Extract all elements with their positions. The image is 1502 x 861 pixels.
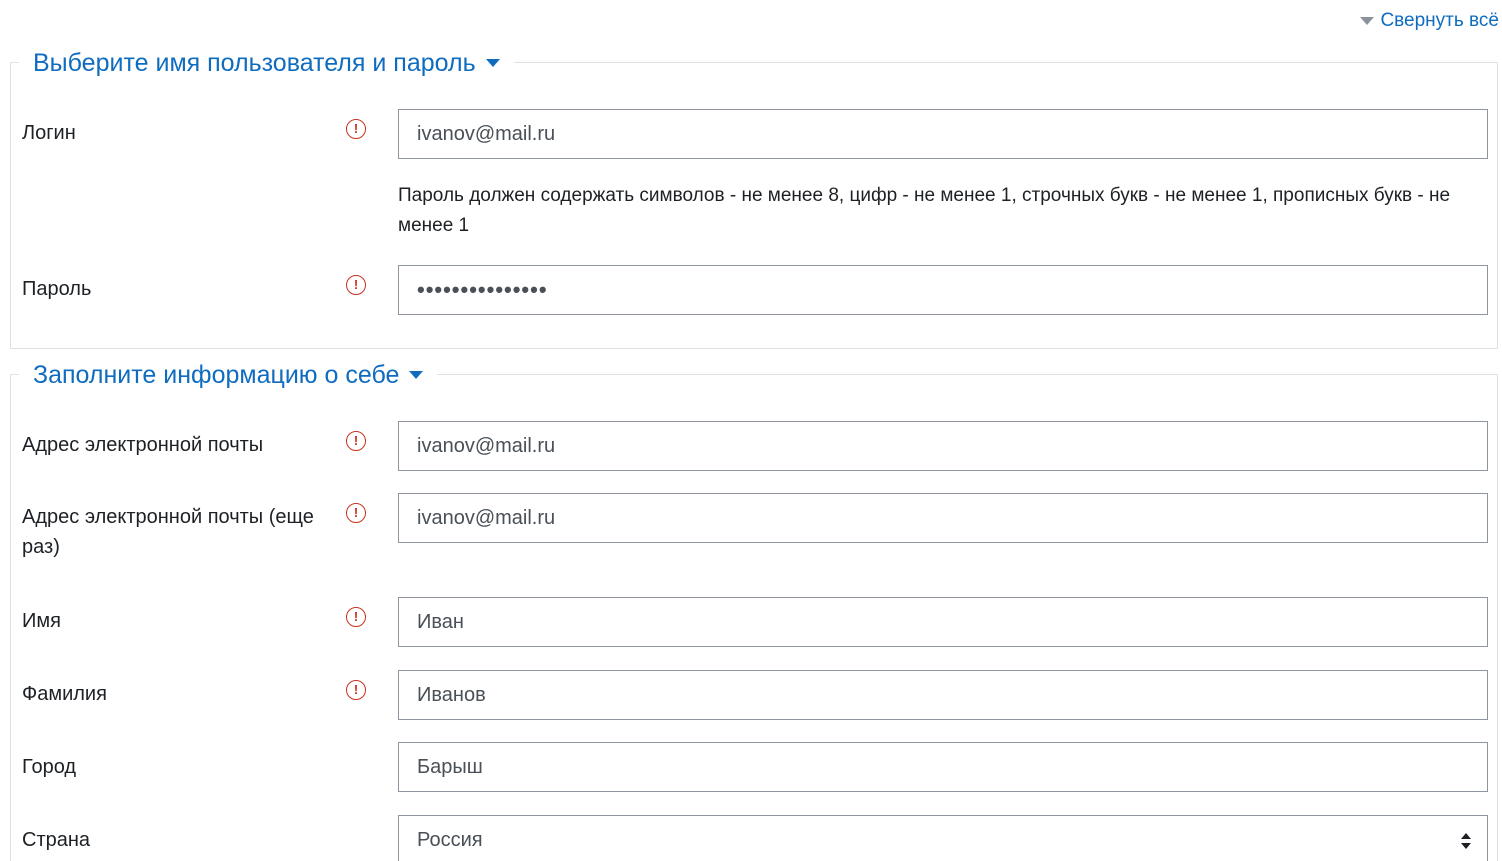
account-section: Выберите имя пользователя и пароль Логин…	[10, 47, 1498, 349]
login-label: Логин	[22, 122, 76, 144]
city-label: Город	[22, 756, 77, 778]
email-again-input[interactable]	[398, 493, 1488, 543]
password-hint: Пароль должен содержать символов - не ме…	[398, 185, 1451, 236]
country-label: Страна	[22, 829, 91, 851]
firstname-label: Имя	[22, 610, 61, 632]
collapse-all-link[interactable]: Свернуть всё	[1360, 10, 1499, 32]
country-selected-value: Россия	[417, 829, 483, 851]
caret-down-icon	[485, 59, 500, 67]
email-input[interactable]	[398, 421, 1488, 471]
signup-form-page: Свернуть всё Выберите имя пользователя и…	[0, 0, 1502, 861]
caret-down-icon	[1360, 17, 1375, 25]
caret-down-icon	[409, 371, 424, 379]
lastname-input[interactable]	[398, 670, 1488, 720]
firstname-input[interactable]	[398, 597, 1488, 647]
exclamation-circle-icon: !	[346, 680, 366, 700]
exclamation-circle-icon: !	[346, 431, 366, 451]
email-again-label: Адрес электронной почты (еще раз)	[22, 506, 314, 558]
exclamation-circle-icon: !	[346, 607, 366, 627]
email-label: Адрес электронной почты	[22, 434, 264, 456]
exclamation-circle-icon: !	[346, 503, 366, 523]
profile-section-title: Заполните информацию о себе	[33, 361, 400, 389]
sort-arrows-icon	[1461, 833, 1471, 849]
exclamation-circle-icon: !	[346, 119, 366, 139]
lastname-label: Фамилия	[22, 683, 107, 705]
profile-section-header[interactable]: Заполните информацию о себе	[19, 359, 438, 391]
collapse-all-label: Свернуть всё	[1380, 10, 1499, 31]
country-select[interactable]: Россия	[398, 815, 1488, 861]
city-input[interactable]	[398, 742, 1488, 792]
account-section-title: Выберите имя пользователя и пароль	[33, 49, 476, 77]
password-input[interactable]	[398, 265, 1488, 315]
login-input[interactable]	[398, 109, 1488, 159]
password-label: Пароль	[22, 278, 92, 300]
exclamation-circle-icon: !	[346, 275, 366, 295]
profile-section: Заполните информацию о себе Адрес электр…	[10, 359, 1498, 861]
account-section-header[interactable]: Выберите имя пользователя и пароль	[19, 47, 514, 79]
